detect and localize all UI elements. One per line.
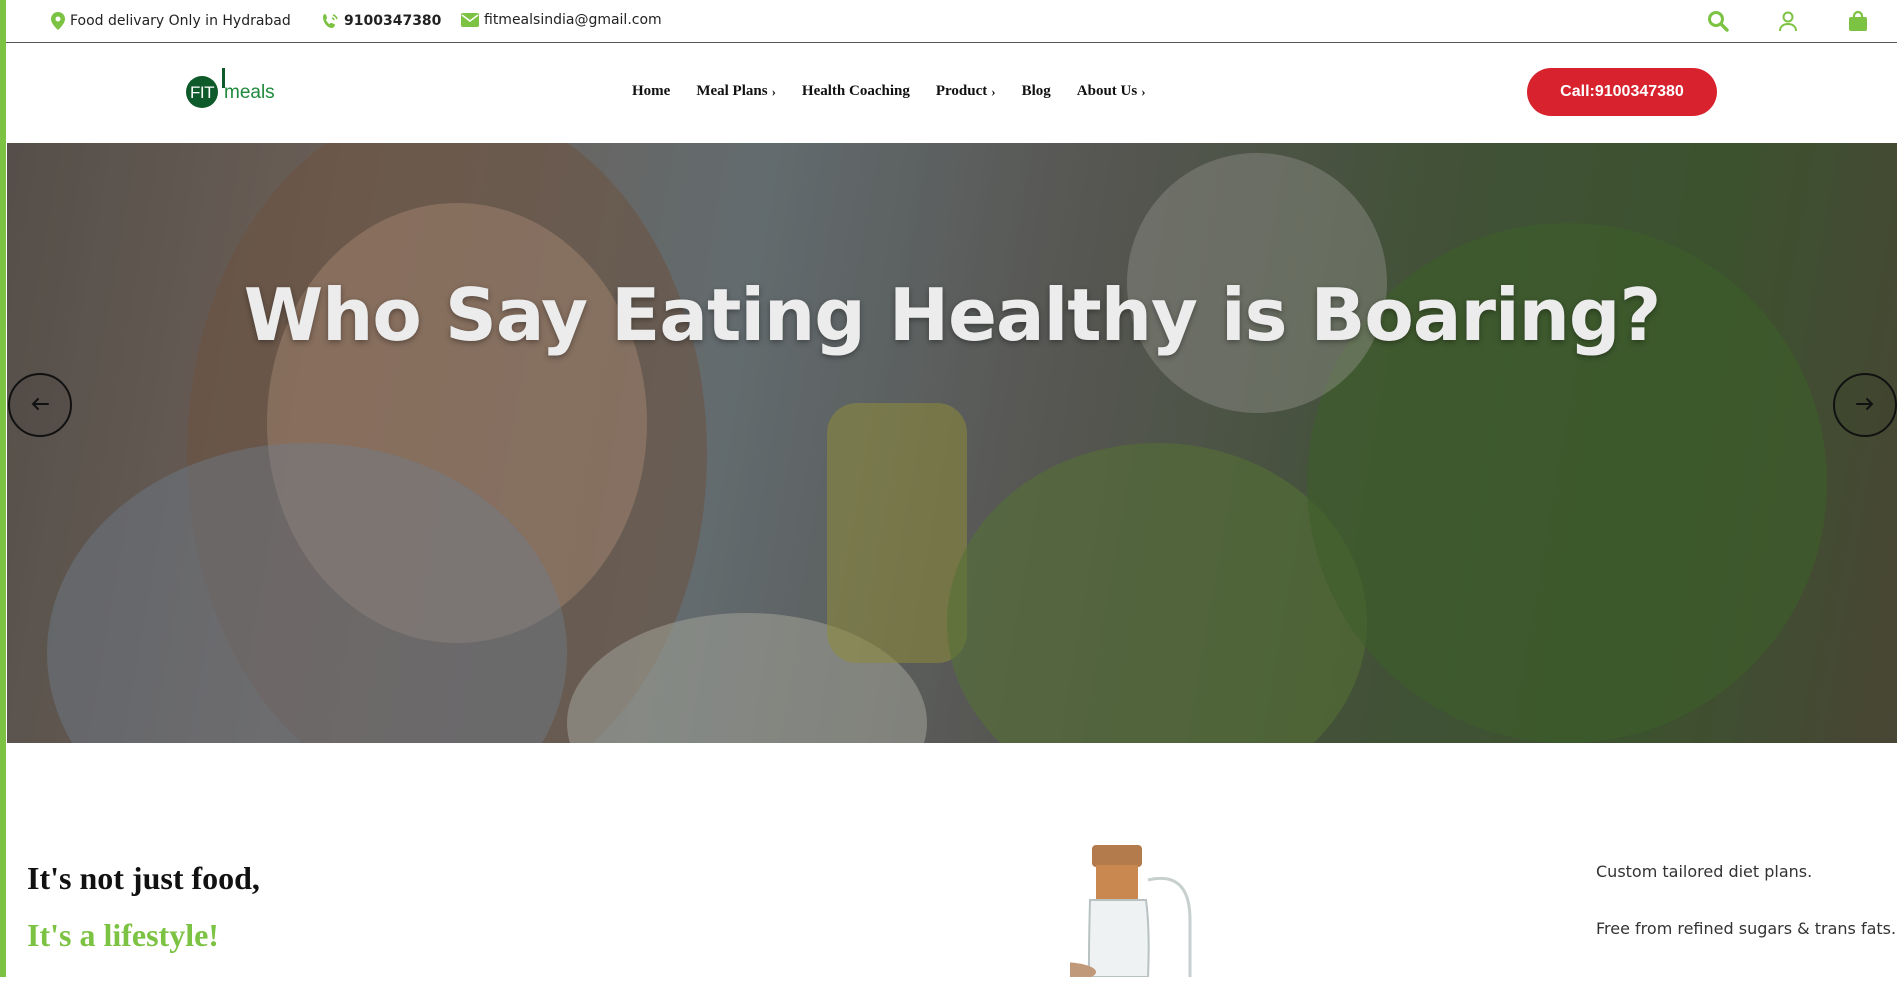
hero-shirt-shape: [47, 443, 567, 743]
location-pin-icon: [51, 12, 65, 30]
hero-slider: Who Say Eating Healthy is Boaring?: [7, 143, 1897, 743]
nav-about-us[interactable]: About Us ›: [1077, 83, 1146, 100]
phone-icon: [321, 12, 339, 30]
logo-text-meals: meals: [224, 82, 275, 103]
hero-woman-shape: [187, 143, 707, 743]
left-accent-rail: [0, 0, 6, 977]
nav-about-us-label: About Us: [1076, 83, 1138, 99]
top-bar: Food delivary Only in Hydrabad 910034738…: [6, 0, 1897, 43]
hero-greens-shape: [947, 443, 1367, 743]
nav-blog[interactable]: Blog: [1022, 83, 1051, 100]
chevron-right-icon: ›: [771, 83, 776, 99]
phone-info[interactable]: 9100347380: [321, 12, 441, 30]
nav-product-label: Product: [935, 83, 988, 99]
hero-face-shape: [267, 203, 647, 643]
nav-meal-plans-label: Meal Plans: [696, 83, 768, 99]
slider-prev-button[interactable]: [8, 373, 72, 437]
search-icon[interactable]: [1707, 10, 1729, 32]
main-nav: Home Meal Plans › Health Coaching Produc…: [632, 83, 1146, 100]
arrow-left-icon: [31, 396, 49, 415]
slider-next-button[interactable]: [1833, 373, 1897, 437]
site-logo[interactable]: FIT meals: [184, 68, 284, 110]
feature-custom-diet: Custom tailored diet plans.: [1596, 862, 1813, 881]
intro-heading-line2: It's a lifestyle!: [27, 917, 219, 953]
nav-home-label: Home: [632, 83, 671, 99]
nav-home[interactable]: Home: [632, 83, 670, 100]
email-info[interactable]: fitmealsindia@gmail.com: [461, 12, 662, 28]
nav-blog-label: Blog: [1021, 83, 1051, 99]
call-button[interactable]: Call:9100347380: [1527, 68, 1717, 116]
hero-title: Who Say Eating Healthy is Boaring?: [243, 273, 1661, 357]
mail-icon: [461, 13, 479, 27]
email-address[interactable]: fitmealsindia@gmail.com: [484, 12, 662, 28]
chevron-right-icon: ›: [991, 83, 996, 99]
logo-text-fit: FIT: [190, 83, 215, 102]
hero-salad-bowl-shape: [567, 613, 927, 743]
hero-juice-bottle-shape: [827, 403, 967, 663]
arrow-right-icon: [1856, 396, 1874, 415]
shopping-bag-icon[interactable]: [1847, 10, 1869, 32]
delivery-info: Food delivary Only in Hydrabad: [51, 12, 291, 30]
nav-product[interactable]: Product ›: [936, 83, 996, 100]
intro-heading-line1: It's not just food,: [27, 860, 260, 896]
oil-jar-image: [1024, 840, 1230, 981]
feature-no-refined-sugar: Free from refined sugars & trans fats.: [1596, 919, 1897, 938]
user-icon[interactable]: [1777, 10, 1799, 32]
nav-meal-plans[interactable]: Meal Plans ›: [696, 83, 776, 100]
nav-health-coaching[interactable]: Health Coaching: [802, 83, 910, 100]
delivery-text: Food delivary Only in Hydrabad: [70, 13, 291, 29]
nav-health-coaching-label: Health Coaching: [801, 83, 910, 99]
chevron-right-icon: ›: [1141, 83, 1146, 99]
phone-number[interactable]: 9100347380: [344, 13, 441, 29]
